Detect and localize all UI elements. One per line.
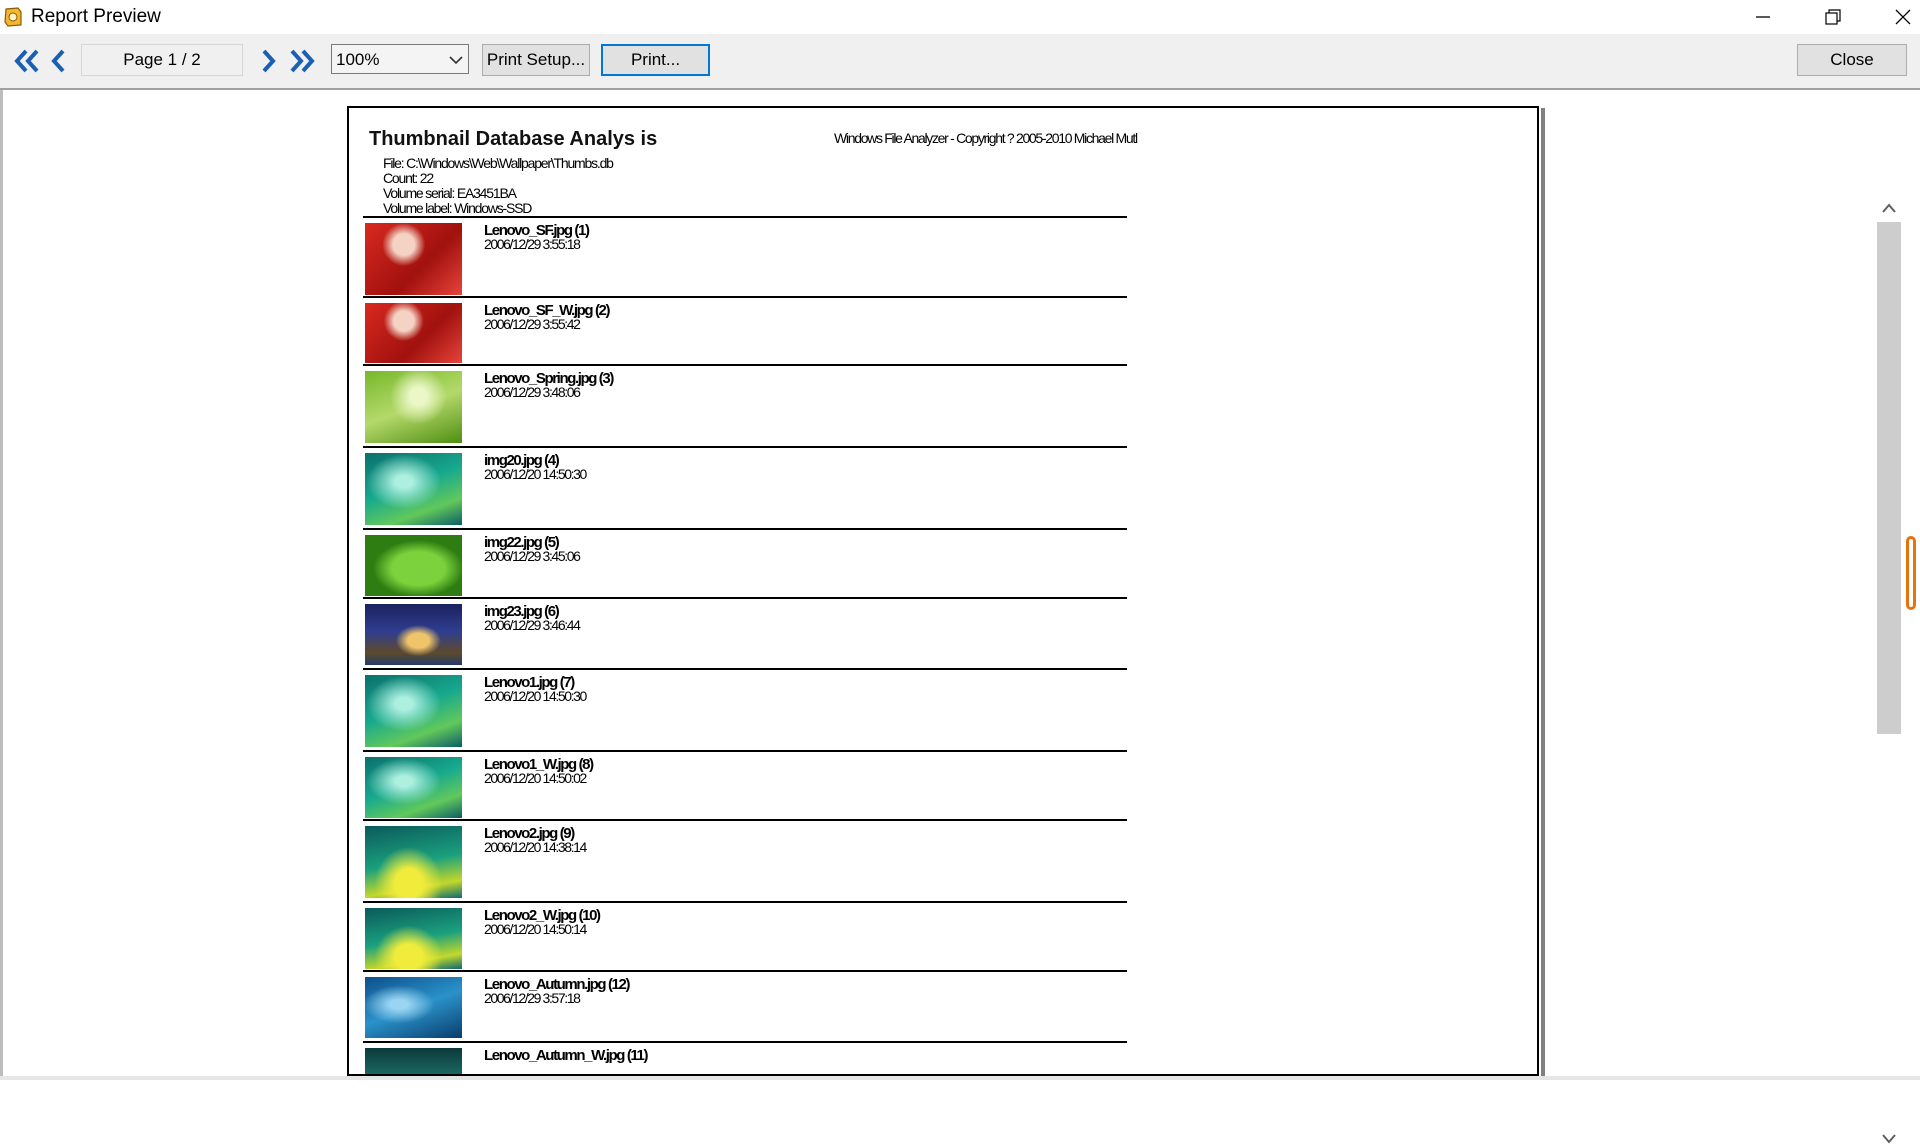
thumbnail-image <box>365 371 462 443</box>
close-button[interactable]: Close <box>1797 44 1907 76</box>
minimize-button[interactable] <box>1728 0 1798 34</box>
scroll-up-icon[interactable] <box>1881 202 1897 214</box>
zoom-value: 100% <box>336 50 380 69</box>
thumbnail-date: 2006/12/20 14:50:14 <box>484 921 587 937</box>
thumbnail-image <box>365 908 462 969</box>
thumbnail-image <box>365 757 462 818</box>
thumbnail-image <box>365 223 462 295</box>
volume-label: Volume label: Windows-SSD <box>383 200 532 216</box>
app-icon <box>4 7 22 27</box>
thumbnail-image <box>365 535 462 596</box>
volume-serial: Volume serial: EA3451BA <box>383 185 517 201</box>
zoom-select[interactable]: 100% <box>331 44 469 74</box>
restore-button[interactable] <box>1798 0 1868 34</box>
print-button[interactable]: Print... <box>601 44 710 76</box>
row-separator <box>363 216 1127 218</box>
thumbnail-date: 2006/12/29 3:45:06 <box>484 548 581 564</box>
row-separator <box>363 296 1127 298</box>
first-page-icon[interactable] <box>13 47 41 75</box>
row-separator <box>363 668 1127 670</box>
row-separator <box>363 901 1127 903</box>
thumbnail-image <box>365 675 462 747</box>
thumbnail-date: 2006/12/20 14:38:14 <box>484 839 587 855</box>
last-page-icon[interactable] <box>288 47 316 75</box>
report-title: Thumbnail Database Analys is <box>369 128 658 150</box>
file-count: Count: 22 <box>383 170 434 186</box>
thumbnail-image <box>365 977 462 1038</box>
report-page: Thumbnail Database Analys is Windows Fil… <box>347 106 1539 1076</box>
thumbnail-date: 2006/12/20 14:50:02 <box>484 770 587 786</box>
row-separator <box>363 819 1127 821</box>
thumbnail-name: Lenovo_Autumn_W.jpg (11) <box>484 1047 648 1064</box>
close-window-button[interactable] <box>1868 0 1920 34</box>
chevron-down-icon <box>449 56 463 65</box>
thumbnail-date: 2006/12/29 3:55:42 <box>484 316 581 332</box>
file-path: File: C:\Windows\Web\Wallpaper\Thumbs.db <box>383 155 614 171</box>
close-icon <box>1895 9 1911 25</box>
row-separator <box>363 446 1127 448</box>
row-separator <box>363 970 1127 972</box>
previous-page-icon[interactable] <box>50 47 68 75</box>
thumbnail-image <box>365 604 462 665</box>
print-setup-button[interactable]: Print Setup... <box>482 44 590 76</box>
thumbnail-date: 2006/12/29 3:46:44 <box>484 617 581 633</box>
row-separator <box>363 364 1127 366</box>
toolbar: Page 1 / 2 100% Print Setup... Print... … <box>0 34 1920 90</box>
thumbnail-image <box>365 303 462 363</box>
scroll-grip[interactable] <box>1906 536 1916 610</box>
scrollbar-thumb[interactable] <box>1877 222 1901 734</box>
row-separator <box>363 1041 1127 1043</box>
thumbnail-image <box>365 453 462 525</box>
thumbnail-date: 2006/12/29 3:48:06 <box>484 384 581 400</box>
thumbnail-date: 2006/12/20 14:50:30 <box>484 466 587 482</box>
row-separator <box>363 528 1127 530</box>
page-shadow <box>1541 108 1545 1076</box>
status-edge <box>0 1076 1920 1080</box>
thumbnail-date: 2006/12/29 3:55:18 <box>484 236 581 252</box>
restore-icon <box>1825 9 1841 25</box>
minimize-icon <box>1756 16 1770 18</box>
title-bar: Report Preview <box>0 0 1920 34</box>
row-separator <box>363 750 1127 752</box>
window-title: Report Preview <box>31 6 161 27</box>
row-separator <box>363 597 1127 599</box>
page-indicator: Page 1 / 2 <box>81 44 243 76</box>
thumbnail-date: 2006/12/20 14:50:30 <box>484 688 587 704</box>
copyright-text: Windows File Analyzer - Copyright ? 2005… <box>834 130 1138 146</box>
thumbnail-date: 2006/12/29 3:57:18 <box>484 990 581 1006</box>
pane-edge <box>0 90 3 1080</box>
thumbnail-image <box>365 826 462 898</box>
thumbnail-image <box>365 1048 462 1074</box>
scroll-down-icon[interactable] <box>1881 1133 1897 1145</box>
next-page-icon[interactable] <box>259 47 277 75</box>
preview-area: Thumbnail Database Analys is Windows Fil… <box>0 90 1920 1144</box>
